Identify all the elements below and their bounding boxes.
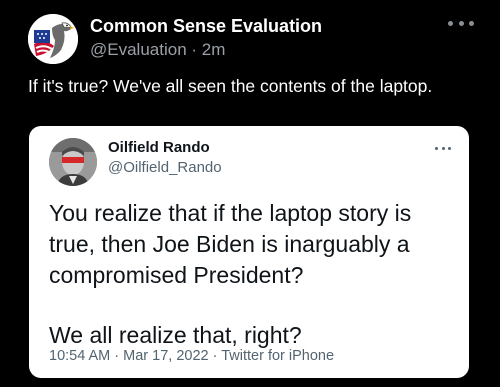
post-text: If it's true? We've all seen the content… [28, 76, 433, 96]
quoted-tweet-body: You realize that if the laptop story is … [49, 198, 457, 351]
quoted-tweet-meta[interactable]: 10:54 AM · Mar 17, 2022 · Twitter for iP… [49, 348, 334, 364]
quoted-author-name[interactable]: Oilfield Rando [108, 139, 210, 156]
meta-separator: · [191, 40, 198, 59]
quoted-tweet-card[interactable]: Oilfield Rando @Oilfield_Rando You reali… [29, 126, 469, 378]
social-post: Common Sense Evaluation @Evaluation · 2m… [0, 0, 500, 387]
quoted-author-avatar[interactable] [49, 138, 97, 186]
author-avatar[interactable] [28, 14, 78, 64]
author-handle[interactable]: @Evaluation [90, 40, 187, 59]
redacted-face-avatar-icon [49, 138, 97, 186]
quoted-tweet-paragraph: You realize that if the laptop story is … [49, 200, 412, 288]
quoted-author-handle[interactable]: @Oilfield_Rando [108, 159, 222, 176]
post-time[interactable]: 2m [202, 40, 226, 59]
quoted-more-options-icon[interactable] [435, 146, 451, 150]
quoted-tweet-paragraph: We all realize that, right? [49, 322, 302, 348]
more-options-icon[interactable] [448, 18, 474, 28]
author-display-name[interactable]: Common Sense Evaluation [90, 16, 322, 37]
author-handle-line: @Evaluation · 2m [90, 40, 225, 60]
eagle-flag-avatar-icon [28, 14, 78, 64]
